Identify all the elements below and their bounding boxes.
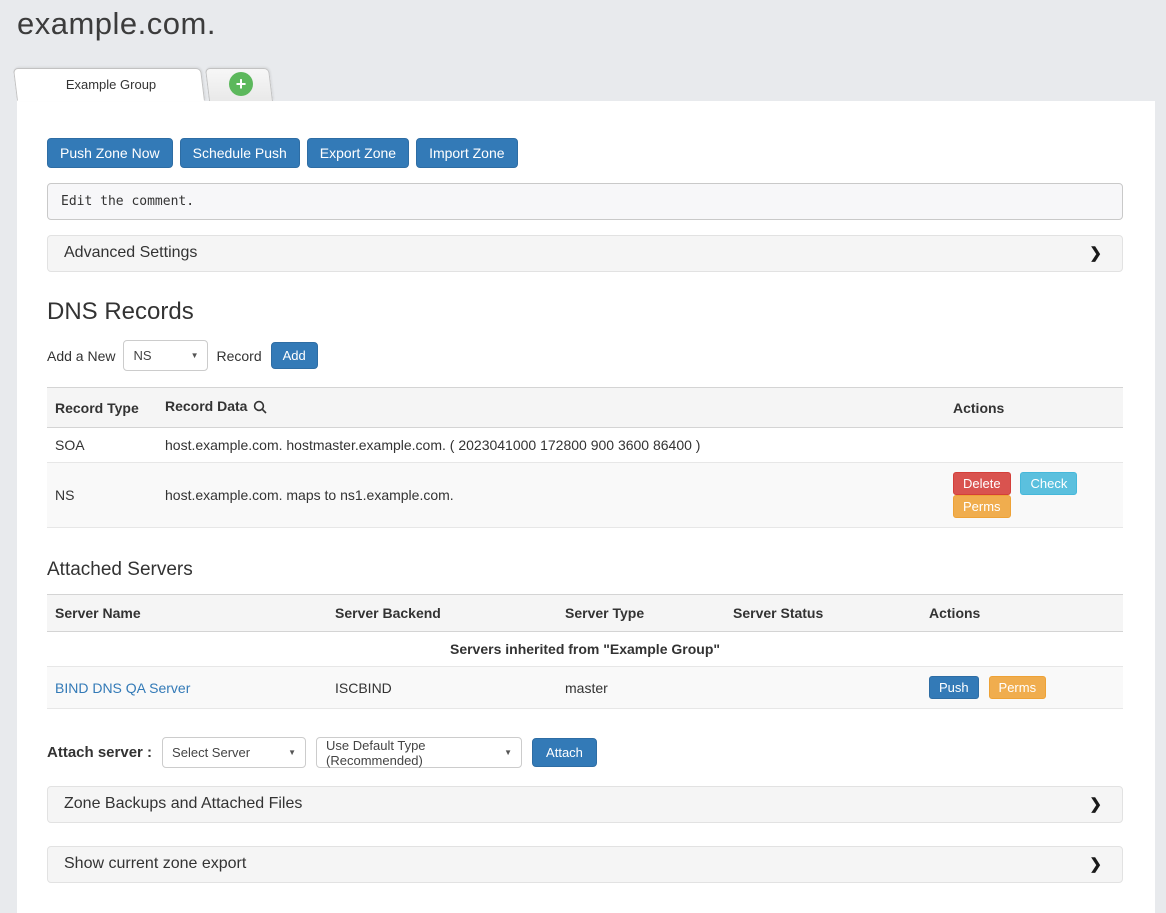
push-server-button[interactable]: Push [929, 676, 979, 699]
export-zone-button[interactable]: Export Zone [307, 138, 409, 168]
attached-servers-header-row: Server Name Server Backend Server Type S… [47, 595, 1123, 632]
tab-bar: Example Group + [17, 68, 1166, 101]
record-type-select[interactable]: NS ▼ [123, 340, 208, 371]
server-backend-cell: ISCBIND [327, 667, 557, 709]
chevron-right-icon: ❯ [1089, 855, 1102, 873]
inherited-servers-note: Servers inherited from "Example Group" [47, 632, 1123, 667]
advanced-settings-label: Advanced Settings [64, 244, 197, 261]
attach-server-selected-value: Select Server [172, 745, 250, 760]
record-actions-cell [945, 428, 1123, 463]
attach-server-label: Attach server : [47, 744, 152, 761]
record-type-cell: NS [47, 463, 157, 528]
zone-export-accordion[interactable]: Show current zone export ❯ [47, 846, 1123, 883]
record-type-header: Record Type [47, 388, 157, 428]
advanced-settings-accordion[interactable]: Advanced Settings ❯ [47, 235, 1123, 272]
plus-icon[interactable]: + [229, 72, 253, 96]
table-row-ns: NS host.example.com. maps to ns1.example… [47, 463, 1123, 528]
attached-servers-table: Server Name Server Backend Server Type S… [47, 594, 1123, 709]
attached-servers-heading: Attached Servers [47, 559, 1123, 581]
server-backend-header: Server Backend [327, 595, 557, 632]
record-type-cell: SOA [47, 428, 157, 463]
server-status-cell [725, 667, 921, 709]
caret-down-icon: ▼ [191, 351, 199, 360]
add-record-row: Add a New NS ▼ Record Add [47, 340, 1123, 371]
dns-records-heading: DNS Records [47, 298, 1123, 326]
perms-record-button[interactable]: Perms [953, 495, 1011, 518]
server-type-header: Server Type [557, 595, 725, 632]
chevron-right-icon: ❯ [1089, 244, 1102, 262]
dns-records-header-row: Record Type Record Data Actions [47, 388, 1123, 428]
attach-type-select[interactable]: Use Default Type (Recommended) ▼ [316, 737, 522, 768]
attach-type-selected-value: Use Default Type (Recommended) [326, 738, 494, 768]
zone-backups-label: Zone Backups and Attached Files [64, 795, 302, 812]
server-actions-header: Actions [921, 595, 1123, 632]
attach-server-row: Attach server : Select Server ▼ Use Defa… [47, 737, 1123, 768]
dns-records-table: Record Type Record Data Actions SOA host… [47, 387, 1123, 528]
add-record-suffix-label: Record [216, 348, 261, 364]
table-row-server: BIND DNS QA Server ISCBIND master Push P… [47, 667, 1123, 709]
tab-add-group[interactable]: + [209, 68, 273, 101]
zone-backups-accordion[interactable]: Zone Backups and Attached Files ❯ [47, 786, 1123, 823]
server-status-header: Server Status [725, 595, 921, 632]
add-record-prefix-label: Add a New [47, 348, 115, 364]
push-zone-now-button[interactable]: Push Zone Now [47, 138, 173, 168]
record-actions-cell: Delete Check Perms [945, 463, 1123, 528]
record-data-header: Record Data [157, 388, 945, 428]
tab-example-group[interactable]: Example Group [17, 68, 205, 101]
server-name-cell: BIND DNS QA Server [47, 667, 327, 709]
check-record-button[interactable]: Check [1020, 472, 1077, 495]
record-data-cell: host.example.com. maps to ns1.example.co… [157, 463, 945, 528]
attach-server-select[interactable]: Select Server ▼ [162, 737, 306, 768]
perms-server-button[interactable]: Perms [989, 676, 1047, 699]
delete-record-button[interactable]: Delete [953, 472, 1011, 495]
zone-export-label: Show current zone export [64, 855, 246, 872]
page-title: example.com. [0, 0, 1166, 42]
server-actions-cell: Push Perms [921, 667, 1123, 709]
schedule-push-button[interactable]: Schedule Push [180, 138, 300, 168]
caret-down-icon: ▼ [288, 748, 296, 757]
record-data-cell: host.example.com. hostmaster.example.com… [157, 428, 945, 463]
caret-down-icon: ▼ [504, 748, 512, 757]
import-zone-button[interactable]: Import Zone [416, 138, 517, 168]
server-type-cell: master [557, 667, 725, 709]
actions-header: Actions [945, 388, 1123, 428]
zone-panel: Push Zone Now Schedule Push Export Zone … [17, 101, 1155, 913]
server-link[interactable]: BIND DNS QA Server [55, 680, 190, 696]
tab-label: Example Group [17, 68, 205, 101]
search-icon[interactable] [253, 400, 267, 417]
zone-comment-field[interactable]: Edit the comment. [47, 183, 1123, 220]
inherited-servers-row: Servers inherited from "Example Group" [47, 632, 1123, 667]
add-record-button[interactable]: Add [271, 342, 318, 369]
zone-toolbar: Push Zone Now Schedule Push Export Zone … [47, 138, 1123, 168]
record-type-selected-value: NS [133, 348, 151, 363]
chevron-right-icon: ❯ [1089, 795, 1102, 813]
attach-button[interactable]: Attach [532, 738, 597, 767]
table-row-soa: SOA host.example.com. hostmaster.example… [47, 428, 1123, 463]
server-name-header: Server Name [47, 595, 327, 632]
